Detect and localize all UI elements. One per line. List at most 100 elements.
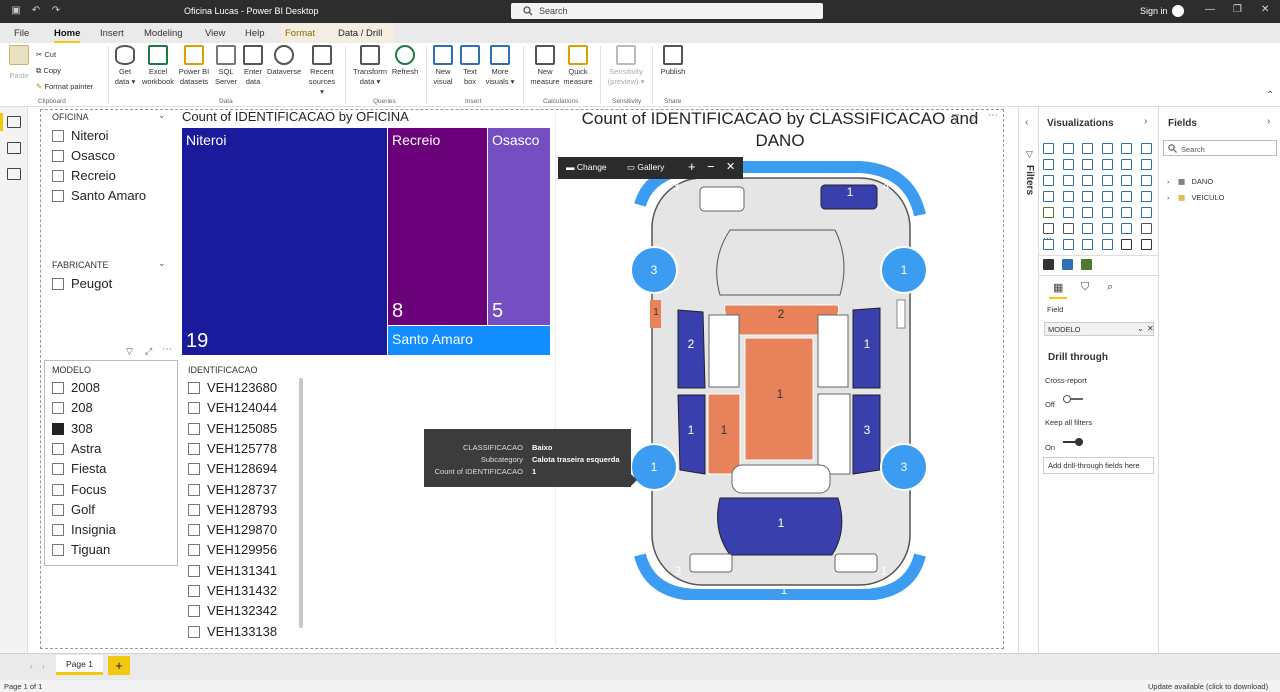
checkbox[interactable] — [188, 605, 200, 618]
transform-data-button[interactable]: Transform data ▾ — [351, 45, 389, 87]
checkbox[interactable] — [52, 190, 64, 202]
chevron-down-icon[interactable]: ⌄ — [1137, 324, 1144, 333]
visual-type-icon[interactable] — [1101, 223, 1113, 234]
taillight-left[interactable] — [689, 553, 733, 573]
tab-insert[interactable]: Insert — [100, 28, 124, 39]
treemap-cell-santo-amaro[interactable]: Santo Amaro — [388, 326, 550, 355]
tab-format[interactable]: Format — [285, 28, 315, 39]
format-painter-button[interactable]: ✎ Format painter — [36, 82, 93, 91]
visual-type-icon[interactable] — [1140, 239, 1152, 250]
slicer-item[interactable]: Niteroi — [52, 128, 109, 146]
visual-type-icon[interactable] — [1101, 239, 1113, 250]
visual-type-icon[interactable] — [1082, 191, 1093, 202]
cut-button[interactable]: ✂ Cut — [36, 50, 56, 59]
dataverse-button[interactable]: Dataverse — [267, 45, 301, 77]
quick-measure-button[interactable]: Quick measure — [562, 45, 594, 87]
checkbox[interactable] — [52, 130, 64, 142]
chevron-right-icon[interactable]: › — [1144, 116, 1147, 127]
checkbox[interactable] — [188, 524, 200, 537]
analytics-icon[interactable] — [1081, 259, 1092, 270]
fields-search-input[interactable]: Search — [1163, 140, 1277, 156]
treemap-cell-osasco[interactable]: Osasco 5 — [488, 128, 550, 325]
visual-type-icon[interactable] — [1043, 143, 1054, 154]
focus-mode-icon[interactable]: ⤢ — [145, 346, 152, 357]
refresh-button[interactable]: Refresh — [390, 45, 420, 77]
slicer-item[interactable]: VEH129870 — [188, 522, 277, 540]
tab-modeling[interactable]: Modeling — [144, 28, 183, 39]
slicer-item[interactable]: 308 — [52, 421, 93, 439]
page-tab-1[interactable]: Page 1 — [56, 655, 103, 675]
visual-type-icon[interactable] — [1121, 175, 1132, 186]
visual-type-icon[interactable] — [1140, 143, 1152, 154]
checkbox[interactable] — [52, 402, 64, 415]
chevron-right-icon[interactable]: › — [1267, 116, 1270, 127]
enter-data-button[interactable]: Enter data — [241, 45, 265, 87]
taillight-right[interactable] — [834, 553, 878, 573]
tab-file[interactable]: File — [14, 28, 29, 39]
chevron-down-icon[interactable]: ⌄ — [158, 258, 166, 269]
visual-type-icon[interactable] — [1140, 175, 1152, 186]
visual-type-icon[interactable] — [1082, 175, 1093, 186]
slicer-item[interactable]: Insignia — [52, 522, 116, 540]
more-visuals-button[interactable]: More visuals ▾ — [485, 45, 515, 87]
checkbox[interactable] — [188, 382, 200, 394]
build-visual-icon[interactable] — [1043, 259, 1054, 270]
powerbi-datasets-button[interactable]: Power BI datasets — [177, 45, 211, 87]
headlight-left[interactable] — [699, 186, 745, 212]
checkbox[interactable] — [188, 402, 200, 415]
tab-help[interactable]: Help — [245, 28, 265, 39]
slicer-item[interactable]: VEH128694 — [188, 461, 277, 479]
fields-tab-icon[interactable]: ▦ — [1053, 281, 1063, 294]
prev-page-icon[interactable]: ‹ — [30, 662, 33, 671]
visual-type-icon[interactable] — [1101, 207, 1113, 218]
data-view-icon[interactable] — [7, 142, 21, 154]
slicer-item[interactable]: Peugot — [52, 276, 112, 294]
visual-type-icon[interactable] — [1062, 143, 1074, 154]
visual-type-icon[interactable] — [1043, 207, 1054, 218]
visual-type-icon[interactable] — [1140, 207, 1152, 218]
field-well-modelo[interactable]: MODELO ⌄ ✕ — [1044, 322, 1154, 336]
slicer-item[interactable]: VEH132342 — [188, 603, 277, 621]
paste-button[interactable]: Paste — [6, 45, 32, 81]
checkbox[interactable] — [188, 422, 200, 435]
slicer-item[interactable]: Recreio — [52, 168, 116, 186]
minus-icon[interactable]: − — [707, 159, 715, 174]
redo-icon[interactable]: ↷ — [50, 5, 62, 17]
checkbox[interactable] — [188, 483, 200, 496]
more-options-icon[interactable]: ⋯ — [162, 344, 172, 355]
slicer-item[interactable]: VEH131341 — [188, 563, 277, 581]
field-table-veiculo[interactable]: › ▦ VEICULO — [1167, 187, 1224, 205]
more-options-icon[interactable]: ⋯ — [988, 110, 998, 121]
global-search-input[interactable]: Search — [511, 3, 823, 19]
visual-type-icon[interactable] — [1121, 159, 1132, 170]
checkbox[interactable] — [188, 503, 200, 516]
checkbox[interactable] — [52, 503, 64, 516]
checkbox[interactable] — [52, 524, 64, 537]
right-edge-small[interactable] — [896, 299, 906, 329]
slicer-item[interactable]: VEH128737 — [188, 482, 277, 500]
excel-workbook-button[interactable]: Excel workbook — [140, 45, 176, 87]
checkbox[interactable] — [52, 463, 64, 476]
close-icon[interactable]: ✕ — [726, 160, 735, 173]
slicer-item[interactable]: Santo Amaro — [52, 188, 146, 206]
checkbox[interactable] — [188, 463, 200, 476]
slicer-item[interactable]: VEH129956 — [188, 542, 277, 560]
checkbox[interactable] — [188, 564, 200, 577]
slicer-item[interactable]: Focus — [52, 482, 106, 500]
checkbox[interactable] — [188, 625, 200, 638]
visual-type-icon[interactable] — [1062, 223, 1074, 234]
new-visual-button[interactable]: New visual — [431, 45, 455, 87]
cross-report-toggle[interactable]: Off — [1045, 394, 1083, 412]
new-measure-button[interactable]: New measure — [529, 45, 561, 87]
visual-type-icon[interactable] — [1140, 223, 1152, 234]
slicer-item[interactable]: VEH124044 — [188, 400, 277, 418]
slicer-item[interactable]: VEH125085 — [188, 421, 277, 439]
slicer-item[interactable]: VEH133138 — [188, 624, 277, 642]
slicer-item[interactable]: Tiguan — [52, 542, 110, 560]
update-available-link[interactable]: Update available (click to download) — [1148, 682, 1268, 691]
plus-icon[interactable]: + — [688, 159, 696, 174]
checkbox[interactable] — [52, 170, 64, 182]
drill-through-drop-zone[interactable]: Add drill-through fields here — [1043, 457, 1154, 474]
checkbox[interactable] — [52, 422, 64, 435]
sql-server-button[interactable]: SQL Server — [213, 45, 239, 87]
